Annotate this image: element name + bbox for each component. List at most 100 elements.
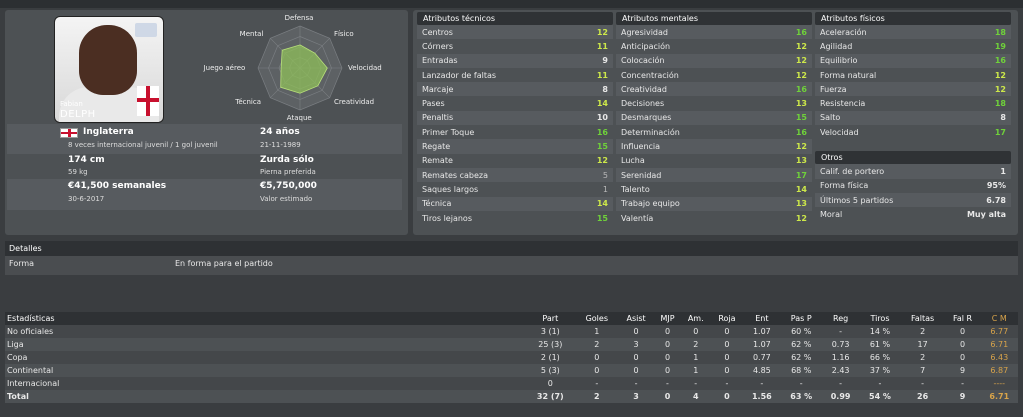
stats-column-header[interactable]: Fal R [944, 312, 981, 325]
attribute-row[interactable]: Forma natural 12 [815, 68, 1011, 82]
attribute-row[interactable]: Penaltis 10 [417, 110, 613, 126]
stats-total-row[interactable]: Total 32 (7) 2 3 0 4 0 1.56 63 % 0.99 54 % 26 9 6.71 [5, 390, 1018, 403]
stats-row[interactable]: Continental 5 (3) 0 0 0 1 0 4.85 68 % 2.43 37 % 7 9 6… [5, 364, 1018, 377]
attribute-row[interactable]: Lucha 13 [616, 154, 812, 168]
stats-column-header[interactable]: Pas P [780, 312, 822, 325]
stats-cell: 0 [710, 390, 744, 403]
attribute-row[interactable]: Trabajo equipo 13 [616, 196, 812, 211]
attribute-row[interactable]: Técnica 14 [417, 196, 613, 211]
attribute-row[interactable]: Remate 12 [417, 154, 613, 168]
stats-cell: 32 (7) [525, 390, 576, 403]
attribute-row[interactable]: Marcaje 8 [417, 82, 613, 97]
attribute-value: 14 [596, 199, 608, 209]
attribute-name: Técnica [422, 199, 452, 209]
stats-cell: 1.56 [743, 390, 781, 403]
stats-cell: 0.99 [821, 390, 860, 403]
attribute-row[interactable]: Centros 12 [417, 25, 613, 40]
attribute-row[interactable]: Remates cabeza 5 [417, 167, 613, 183]
attribute-row[interactable]: Serenidad 17 [616, 167, 812, 183]
attribute-row[interactable]: Decisiones 13 [616, 96, 812, 110]
attribute-name: Lucha [621, 156, 645, 166]
attribute-row[interactable]: Pases 14 [417, 96, 613, 110]
attribute-name: Resistencia [820, 99, 866, 109]
stats-row[interactable]: Copa 2 (1) 0 0 0 1 0 0.77 62 % 1.16 66 % 2 0 6.43 [5, 351, 1018, 364]
attribute-value: 95% [986, 181, 1006, 191]
stats-column-header[interactable]: MJP [654, 312, 681, 325]
nationality[interactable]: Inglaterra [83, 127, 134, 137]
stats-column-header[interactable]: Am. [680, 312, 711, 325]
stats-cell: Total [5, 390, 525, 403]
attribute-row[interactable]: Colocación 12 [616, 53, 812, 68]
stats-column-header[interactable]: Roja [710, 312, 744, 325]
attribute-row[interactable]: Moral Muy alta [815, 207, 1011, 221]
stats-cell: 0 [617, 325, 655, 338]
stats-column-header[interactable]: Faltas [900, 312, 945, 325]
attribute-value: 18 [994, 99, 1006, 109]
attribute-row[interactable]: Valentía 12 [616, 211, 812, 225]
stats-cell: 0 [575, 351, 618, 364]
attribute-row[interactable]: Calif. de portero 1 [815, 164, 1011, 179]
attribute-row[interactable]: Regate 15 [417, 139, 613, 154]
attribute-row[interactable]: Desmarques 15 [616, 110, 812, 126]
stats-column-header[interactable]: Reg [821, 312, 860, 325]
attribute-row[interactable]: Anticipación 12 [616, 39, 812, 53]
attribute-row[interactable]: Influencia 12 [616, 139, 812, 154]
stats-cell: 4.85 [743, 364, 781, 377]
attribute-row[interactable]: Entradas 9 [417, 53, 613, 68]
stats-cell: 6.87 [980, 364, 1018, 377]
stats-column-header[interactable]: Part [525, 312, 576, 325]
attribute-row[interactable]: Lanzador de faltas 11 [417, 68, 613, 82]
attribute-row[interactable]: Saques largos 1 [417, 182, 613, 196]
stats-cell: 2.43 [821, 364, 860, 377]
physical-attributes-header: Atributos físicos [815, 12, 1011, 25]
stats-column-header[interactable]: Tiros [859, 312, 901, 325]
attribute-row[interactable]: Resistencia 18 [815, 96, 1011, 110]
attribute-row[interactable]: Agilidad 19 [815, 39, 1011, 53]
attribute-row[interactable]: Aceleración 18 [815, 25, 1011, 40]
attribute-value: 17 [795, 170, 807, 180]
stats-cell: 62 % [780, 338, 822, 351]
attribute-row[interactable]: Últimos 5 partidos 6.78 [815, 192, 1011, 208]
stats-cell: 66 % [859, 351, 901, 364]
attribute-row[interactable]: Talento 14 [616, 182, 812, 196]
attribute-row[interactable]: Creatividad 16 [616, 82, 812, 97]
attribute-row[interactable]: Primer Toque 16 [417, 125, 613, 139]
radar-label: Técnica [235, 97, 262, 106]
stats-cell: 3 [617, 390, 655, 403]
stats-column-header[interactable]: Ent [743, 312, 781, 325]
stats-row[interactable]: Internacional 0- - - - - - - - - - - ---- [5, 377, 1018, 390]
preferred-foot: Zurda sólo [260, 155, 314, 165]
attribute-value: 10 [596, 113, 608, 123]
attribute-value: 1 [1000, 167, 1006, 177]
attribute-name: Penaltis [422, 113, 454, 123]
stats-row[interactable]: Liga 25 (3) 2 3 0 2 0 1.07 62 % 0.73 61 % 17 0 6.71 [5, 338, 1018, 351]
stats-cell: - [859, 377, 901, 390]
attribute-row[interactable]: Agresividad 16 [616, 25, 812, 40]
attribute-row[interactable]: Concentración 12 [616, 68, 812, 82]
stats-cell: 0 [710, 325, 744, 338]
attribute-row[interactable]: Equilibrio 16 [815, 53, 1011, 68]
attribute-name: Influencia [621, 142, 661, 152]
stats-cell: 3 [617, 338, 655, 351]
attribute-name: Fuerza [820, 84, 847, 94]
stats-cell: 1.07 [743, 325, 781, 338]
stats-column-header[interactable]: Goles [575, 312, 618, 325]
attribute-value: 15 [596, 142, 608, 152]
attribute-name: Saques largos [422, 184, 479, 194]
stats-cell: 6.77 [980, 325, 1018, 338]
attribute-row[interactable]: Tiros lejanos 15 [417, 211, 613, 225]
attribute-row[interactable]: Salto 8 [815, 110, 1011, 126]
stats-column-header[interactable]: C M [980, 312, 1018, 325]
stats-column-header[interactable]: Estadísticas [5, 312, 525, 325]
top-strip [0, 0, 1023, 8]
attribute-row[interactable]: Determinación 16 [616, 125, 812, 139]
attribute-row[interactable]: Córners 11 [417, 39, 613, 53]
attribute-row[interactable]: Velocidad 17 [815, 125, 1011, 139]
attribute-name: Velocidad [820, 127, 859, 137]
attribute-row[interactable]: Forma física 95% [815, 179, 1011, 193]
stats-cell: 1 [680, 351, 711, 364]
attribute-row[interactable]: Fuerza 12 [815, 82, 1011, 97]
stats-column-header[interactable]: Asist [617, 312, 655, 325]
stats-cell: - [743, 377, 781, 390]
stats-row[interactable]: No oficiales 3 (1) 1 0 0 0 0 1.07 60 % -14 % 2 0 6.7… [5, 325, 1018, 338]
